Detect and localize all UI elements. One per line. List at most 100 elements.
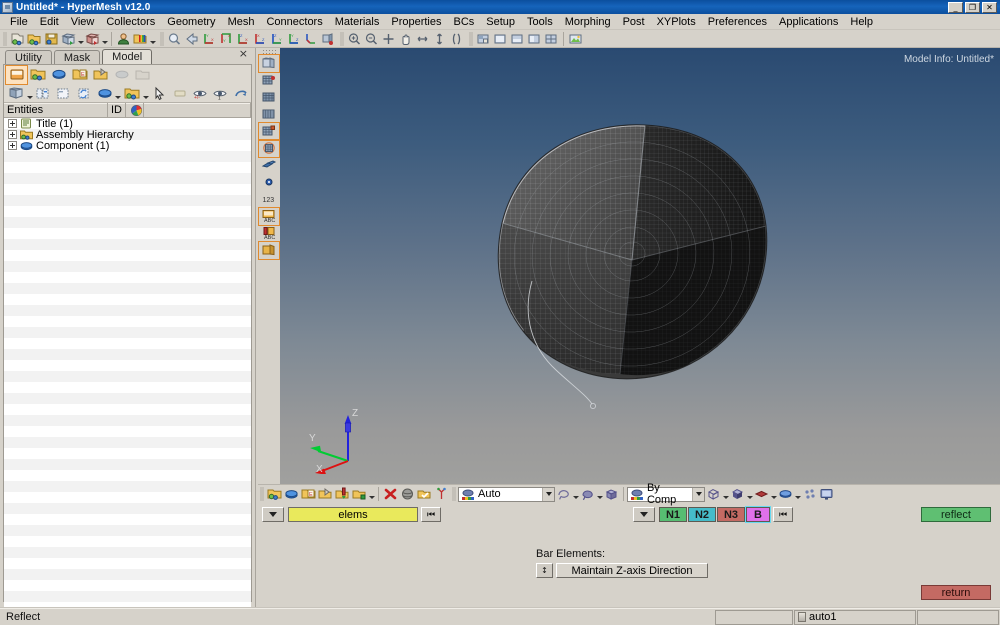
rotate-horizontal-icon[interactable] xyxy=(414,31,431,47)
color-by-mode[interactable]: By Comp xyxy=(627,482,705,506)
element-label-icon[interactable]: ABC xyxy=(258,207,280,226)
close-button[interactable]: ✕ xyxy=(982,1,997,13)
node-label-icon[interactable]: ABC xyxy=(259,225,279,242)
expand-toggle-icon[interactable] xyxy=(8,119,17,128)
menu-setup[interactable]: Setup xyxy=(480,14,521,30)
assembly-icon[interactable] xyxy=(27,66,48,84)
folder-view-icon[interactable] xyxy=(6,84,26,102)
reverse-icon[interactable] xyxy=(231,84,251,102)
wireframe-display-dropdown-arrow[interactable] xyxy=(722,486,729,502)
open-model-icon[interactable] xyxy=(26,31,43,47)
new-model-icon[interactable] xyxy=(9,31,26,47)
tab-utility[interactable]: Utility xyxy=(5,50,52,64)
status-cell-load-collector[interactable]: auto1 xyxy=(794,609,916,625)
node-selection-dropdown[interactable] xyxy=(633,507,655,522)
user-profile-icon[interactable] xyxy=(115,31,132,47)
mesh-quality-icon[interactable] xyxy=(399,486,416,502)
zoom-fit-icon[interactable] xyxy=(166,31,183,47)
shaded-display-icon[interactable] xyxy=(729,486,746,502)
mesh-dome-model[interactable] xyxy=(280,48,1000,484)
create-component-icon[interactable] xyxy=(266,486,283,502)
wireframe-elements-icon[interactable] xyxy=(259,106,279,123)
node-display-icon[interactable] xyxy=(259,174,279,191)
normals-icon[interactable] xyxy=(433,486,450,502)
organize-icon[interactable] xyxy=(283,486,300,502)
menu-edit[interactable]: Edit xyxy=(34,14,65,30)
surface-display-dropdown-arrow[interactable] xyxy=(794,486,801,502)
rotate-free-icon[interactable] xyxy=(448,31,465,47)
view-zx-icon[interactable]: ZX xyxy=(234,31,251,47)
select-toolbar-grip[interactable] xyxy=(452,487,456,501)
reset-node-selection-button[interactable]: ⏮ xyxy=(773,507,793,522)
feature-display-dropdown-arrow[interactable] xyxy=(770,486,777,502)
sync-icon[interactable] xyxy=(74,84,94,102)
checks-icon[interactable] xyxy=(416,486,433,502)
entity-selection-mode[interactable]: Auto xyxy=(458,486,555,502)
lasso-select-icon[interactable] xyxy=(555,486,572,502)
expand-toggle-icon[interactable] xyxy=(8,141,17,150)
numbers-display-icon[interactable]: 123 xyxy=(259,191,279,208)
pick-cursor-icon[interactable] xyxy=(149,84,169,102)
translate-dropdown-arrow[interactable] xyxy=(368,486,375,502)
status-cell-3[interactable] xyxy=(917,609,999,625)
collapse-all-icon[interactable] xyxy=(54,84,74,102)
renumber-icon[interactable] xyxy=(317,486,334,502)
node-display-icon[interactable] xyxy=(801,486,818,502)
toolbar-grip[interactable] xyxy=(3,31,7,46)
menu-view[interactable]: View xyxy=(65,14,101,30)
shaded-geometry-icon[interactable] xyxy=(258,54,280,73)
close-panel-icon[interactable]: × xyxy=(239,48,248,59)
lasso-select-dropdown-arrow[interactable] xyxy=(572,486,579,502)
menu-post[interactable]: Post xyxy=(617,14,651,30)
toolbar-grip[interactable] xyxy=(469,31,473,46)
toolbar-grip[interactable] xyxy=(340,31,344,46)
color-component-icon[interactable] xyxy=(95,84,115,102)
node-b-button[interactable]: B xyxy=(745,506,771,523)
graphics-viewport[interactable]: Model Info: Untitled* Z Y X xyxy=(280,48,1000,484)
box-select-icon[interactable] xyxy=(603,486,620,502)
vtoolbar-grip[interactable] xyxy=(262,49,276,54)
col-id-header[interactable]: ID xyxy=(108,103,126,118)
shaded-display-dropdown-arrow[interactable] xyxy=(746,486,753,502)
select-entity-dropdown[interactable] xyxy=(262,507,284,522)
menu-properties[interactable]: Properties xyxy=(385,14,447,30)
component-icon[interactable] xyxy=(48,66,69,84)
model-browser-icon[interactable] xyxy=(5,64,28,85)
include-files-icon[interactable]: E xyxy=(300,486,317,502)
color-by-dropdown-arrow[interactable] xyxy=(692,487,704,501)
view-yx-icon[interactable]: XY xyxy=(217,31,234,47)
rotate-vertical-icon[interactable] xyxy=(431,31,448,47)
display-mode-icon[interactable] xyxy=(122,84,142,102)
single-window-icon[interactable] xyxy=(492,31,509,47)
screen-display-icon[interactable] xyxy=(818,486,835,502)
reflect-button[interactable]: reflect xyxy=(921,507,991,522)
capture-image-icon[interactable] xyxy=(567,31,584,47)
menu-geometry[interactable]: Geometry xyxy=(161,14,221,30)
menu-connectors[interactable]: Connectors xyxy=(260,14,328,30)
pan-icon[interactable] xyxy=(397,31,414,47)
folder-view-dropdown-arrow[interactable] xyxy=(26,84,33,102)
node-n1-button[interactable]: N1 xyxy=(659,507,687,522)
fit-view-icon[interactable] xyxy=(380,31,397,47)
color-legend-dropdown-arrow[interactable] xyxy=(149,31,156,47)
vector-collector-icon[interactable] xyxy=(132,66,153,84)
include-icon[interactable]: E xyxy=(69,66,90,84)
rotate-view-icon[interactable] xyxy=(319,31,336,47)
col-color-header[interactable] xyxy=(126,103,144,118)
tab-mask[interactable]: Mask xyxy=(53,50,101,64)
translate-icon[interactable] xyxy=(351,486,368,502)
save-model-icon[interactable] xyxy=(43,31,60,47)
view-zy-icon[interactable]: ZY xyxy=(268,31,285,47)
reset-selection-button[interactable]: ⏮ xyxy=(421,507,441,522)
view-xy-icon[interactable]: YX xyxy=(200,31,217,47)
menu-morphing[interactable]: Morphing xyxy=(559,14,617,30)
minimize-button[interactable]: _ xyxy=(948,1,963,13)
restore-button[interactable]: ❐ xyxy=(965,1,980,13)
transparency-icon[interactable] xyxy=(258,139,280,158)
feature-display-icon[interactable] xyxy=(753,486,770,502)
color-component-dropdown-arrow[interactable] xyxy=(115,84,122,102)
entity-selection-dropdown-arrow[interactable] xyxy=(542,487,554,501)
element-normals-icon[interactable] xyxy=(259,157,279,174)
menu-file[interactable]: File xyxy=(4,14,34,30)
bar-elements-value[interactable]: Maintain Z-axis Direction xyxy=(556,563,708,578)
